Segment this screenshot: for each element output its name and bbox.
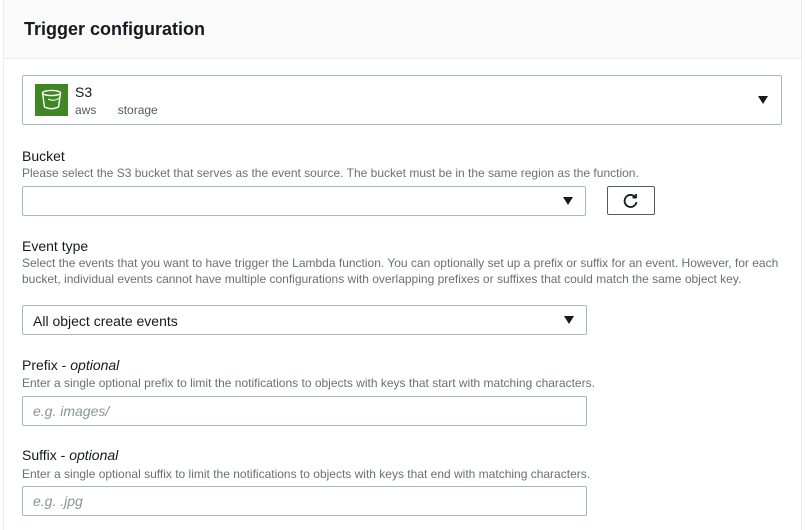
caret-down-icon <box>564 316 574 324</box>
panel-header: Trigger configuration <box>4 0 801 59</box>
prefix-input[interactable] <box>22 396 587 426</box>
bucket-label: Bucket <box>22 148 65 164</box>
event-type-selected-value: All object create events <box>33 313 178 329</box>
s3-bucket-icon <box>35 84 68 116</box>
suffix-optional-tag: optional <box>69 447 119 463</box>
caret-down-icon <box>758 96 768 104</box>
event-type-description: Select the events that you want to have … <box>22 256 779 286</box>
event-type-label: Event type <box>22 238 89 254</box>
tag-aws: aws <box>75 103 97 117</box>
bucket-description: Please select the S3 bucket that serves … <box>22 166 639 180</box>
event-type-select[interactable]: All object create events <box>22 305 587 335</box>
refresh-buckets-button[interactable] <box>607 186 655 215</box>
panel-title: Trigger configuration <box>24 19 206 39</box>
prefix-optional-tag: optional <box>70 357 120 373</box>
suffix-label-text: Suffix <box>22 447 57 463</box>
refresh-icon <box>623 194 638 208</box>
prefix-description: Enter a single optional prefix to limit … <box>22 376 595 390</box>
trigger-source-name: S3 <box>75 84 93 100</box>
bucket-select[interactable] <box>22 186 586 216</box>
trigger-source-tags: aws storage <box>75 103 176 117</box>
trigger-source-select[interactable]: S3 aws storage <box>22 75 782 125</box>
suffix-input[interactable] <box>22 486 587 516</box>
caret-down-icon <box>563 197 573 205</box>
tag-storage: storage <box>117 103 158 117</box>
suffix-label: Suffix - optional <box>22 447 119 463</box>
prefix-label: Prefix - optional <box>22 357 120 373</box>
prefix-label-text: Prefix <box>22 357 58 373</box>
suffix-description: Enter a single optional suffix to limit … <box>22 467 591 481</box>
